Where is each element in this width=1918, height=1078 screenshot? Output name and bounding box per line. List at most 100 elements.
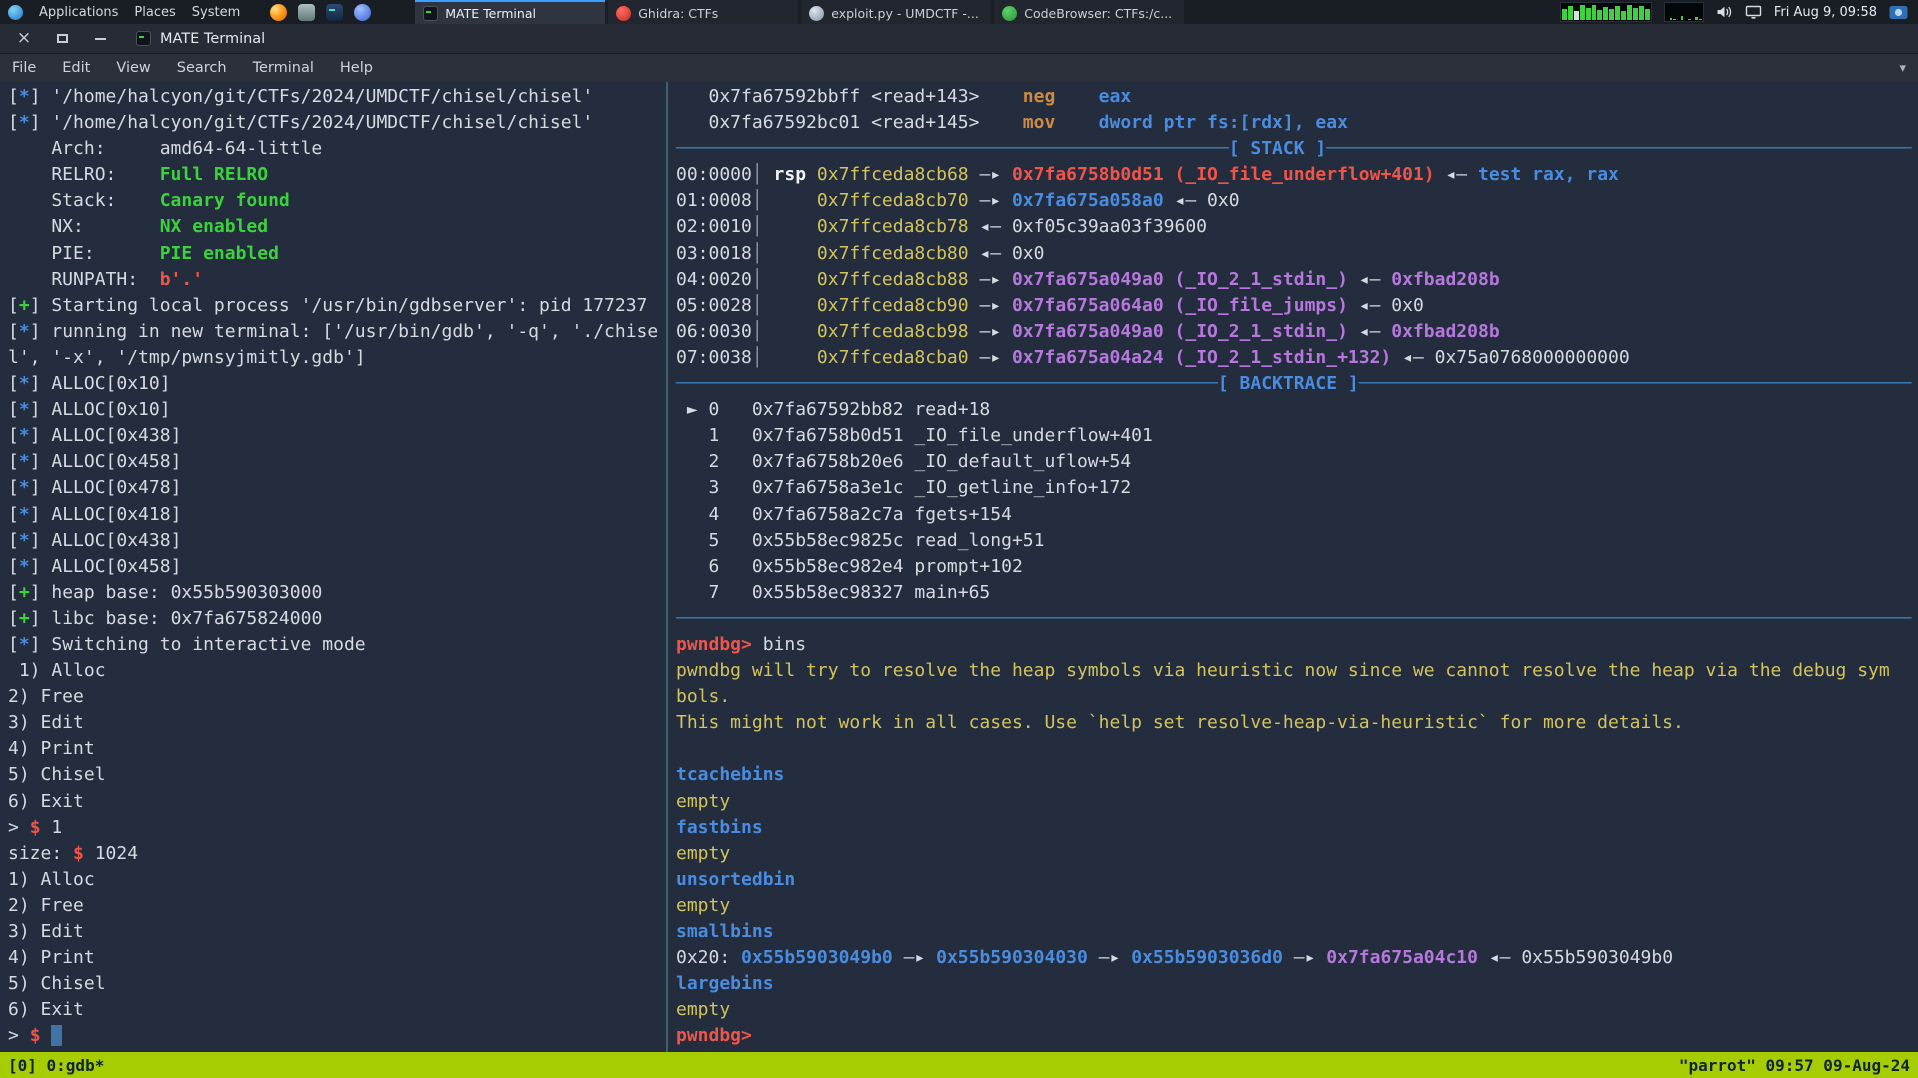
- terminal-line: [*] ALLOC[0x438]: [8, 528, 666, 554]
- text-segment: *: [19, 321, 30, 342]
- menu-search[interactable]: Search: [177, 60, 227, 76]
- text-segment: 6) Exit: [8, 999, 84, 1020]
- text-segment: —▸: [969, 164, 1012, 185]
- close-button[interactable]: ×: [16, 31, 32, 47]
- maximize-button[interactable]: [54, 31, 70, 47]
- window-list: MATE Terminal Ghidra: CTFs exploit.py - …: [415, 0, 1184, 24]
- terminal-line: [+] Starting local process '/usr/bin/gdb…: [8, 293, 666, 319]
- terminal-line: unsortedbin: [676, 867, 1918, 893]
- panel-launchers: [270, 4, 371, 21]
- text-segment: ] ALLOC[0x478]: [30, 477, 182, 498]
- text-segment: Full RELRO: [160, 164, 268, 185]
- panel-menu-places[interactable]: Places: [134, 5, 175, 20]
- titlebar[interactable]: × MATE Terminal: [0, 24, 1918, 54]
- text-segment: 3) Edit: [8, 712, 84, 733]
- graph-bar: [1645, 9, 1650, 20]
- taskbar-item-ghidra[interactable]: Ghidra: CTFs: [608, 0, 798, 24]
- terminal-line: 6) Exit: [8, 789, 666, 815]
- taskbar-item-exploit-py[interactable]: exploit.py - UMDCTF -...: [801, 0, 991, 24]
- taskbar-item-label: MATE Terminal: [445, 6, 536, 21]
- volume-icon[interactable]: [1716, 4, 1733, 20]
- text-segment: *: [19, 86, 30, 107]
- text-segment: NX:: [8, 216, 160, 237]
- terminal-line: 2 0x7fa6758b20e6 _IO_default_uflow+54: [676, 449, 1918, 475]
- ghidra-icon: [616, 6, 631, 21]
- text-segment: PIE:: [8, 243, 160, 264]
- panel-tray: Fri Aug 9, 09:58: [1560, 2, 1918, 22]
- terminal-line: RELRO: Full RELRO: [8, 162, 666, 188]
- text-segment: empty: [676, 895, 730, 916]
- minimize-button[interactable]: [92, 31, 108, 47]
- terminal-line: 3) Edit: [8, 919, 666, 945]
- firefox-launcher-icon[interactable]: [270, 4, 287, 21]
- top-panel: Applications Places System MATE Terminal…: [0, 0, 1918, 24]
- text-segment: b'.': [160, 269, 203, 290]
- graph-bar: [1639, 6, 1644, 20]
- text-segment: 00:0000: [676, 164, 752, 185]
- chevron-down-icon[interactable]: ▾: [1899, 61, 1906, 76]
- text-segment: pwndbg will try to resolve the heap symb…: [676, 660, 1890, 681]
- graph-bar: [1568, 6, 1573, 20]
- text-segment: *: [19, 504, 30, 525]
- taskbar-item-codebrowser[interactable]: CodeBrowser: CTFs:/c...: [994, 0, 1184, 24]
- separator-line: ────────────────────────────────────────…: [676, 608, 1911, 629]
- cpu-graph[interactable]: [1560, 2, 1652, 22]
- terminal-line: 05:0028│ 0x7ffceda8cb90 —▸ 0x7fa675a064a…: [676, 293, 1918, 319]
- text-segment: ◂—: [1435, 164, 1478, 185]
- terminal-cursor: [51, 1025, 62, 1046]
- terminal-line: ────────────────────────────────────────…: [676, 136, 1918, 162]
- text-segment: [: [8, 399, 19, 420]
- terminal-line: [*] '/home/halcyon/git/CTFs/2024/UMDCTF/…: [8, 84, 666, 110]
- tmux-pane-left[interactable]: [*] '/home/halcyon/git/CTFs/2024/UMDCTF/…: [0, 82, 666, 1052]
- text-segment: │: [752, 216, 817, 237]
- network-graph[interactable]: [1664, 2, 1704, 22]
- text-segment: tcachebins: [676, 764, 784, 785]
- panel-menu-system[interactable]: System: [192, 5, 240, 20]
- text-segment: +: [19, 295, 30, 316]
- terminal-line: PIE: PIE enabled: [8, 241, 666, 267]
- text-segment: ] ALLOC[0x458]: [30, 556, 182, 577]
- text-segment: [: [8, 556, 19, 577]
- terminal-launcher-icon[interactable]: [326, 4, 343, 21]
- maximize-icon: [57, 34, 68, 43]
- text-segment: *: [19, 556, 30, 577]
- text-segment: ] ALLOC[0x10]: [30, 399, 171, 420]
- terminal-line: [*] ALLOC[0x438]: [8, 423, 666, 449]
- text-segment: 05:0028: [676, 295, 752, 316]
- terminal-line: size: $ 1024: [8, 841, 666, 867]
- tmux-pane-right[interactable]: 0x7fa67592bbff <read+143> neg eax 0x7fa6…: [668, 82, 1918, 1052]
- status-session-window[interactable]: [0] 0:gdb*: [8, 1056, 104, 1075]
- menu-terminal[interactable]: Terminal: [253, 60, 314, 76]
- terminal-line: 1) Alloc: [8, 658, 666, 684]
- terminal-line: tcachebins: [676, 762, 1918, 788]
- menu-help[interactable]: Help: [340, 60, 373, 76]
- terminal-line: [*] ALLOC[0x478]: [8, 475, 666, 501]
- menu-edit[interactable]: Edit: [62, 60, 90, 76]
- menu-file[interactable]: File: [12, 60, 36, 76]
- terminal-line: 2) Free: [8, 684, 666, 710]
- app-launcher-icon[interactable]: [354, 4, 371, 21]
- separator-line: ────────────────────────────────────────…: [1326, 138, 1911, 159]
- terminal-line: 1 0x7fa6758b0d51 _IO_file_underflow+401: [676, 423, 1918, 449]
- screenshot-tool-icon[interactable]: [1889, 5, 1908, 20]
- text-segment: test rax, rax: [1478, 164, 1619, 185]
- text-segment: Stack:: [8, 190, 160, 211]
- text-segment: ] ALLOC[0x418]: [30, 504, 182, 525]
- text-segment: *: [19, 112, 30, 133]
- taskbar-item-mate-terminal[interactable]: MATE Terminal: [415, 0, 605, 24]
- text-segment: >: [8, 817, 30, 838]
- text-segment: ] ALLOC[0x458]: [30, 451, 182, 472]
- panel-menu-applications[interactable]: Applications: [39, 5, 118, 20]
- clock[interactable]: Fri Aug 9, 09:58: [1774, 5, 1877, 20]
- files-launcher-icon[interactable]: [298, 4, 315, 21]
- distro-menu-icon[interactable]: [8, 5, 23, 20]
- terminal-line: 4) Print: [8, 736, 666, 762]
- text-segment: 4) Print: [8, 738, 95, 759]
- menu-view[interactable]: View: [116, 60, 150, 76]
- terminal-menubar: File Edit View Search Terminal Help ▾: [0, 54, 1918, 82]
- text-segment: [ STACK ]: [1229, 138, 1327, 159]
- text-segment: —▸: [969, 347, 1012, 368]
- terminal-line: [*] ALLOC[0x458]: [8, 449, 666, 475]
- display-icon[interactable]: [1745, 4, 1762, 20]
- terminal-line: ────────────────────────────────────────…: [676, 371, 1918, 397]
